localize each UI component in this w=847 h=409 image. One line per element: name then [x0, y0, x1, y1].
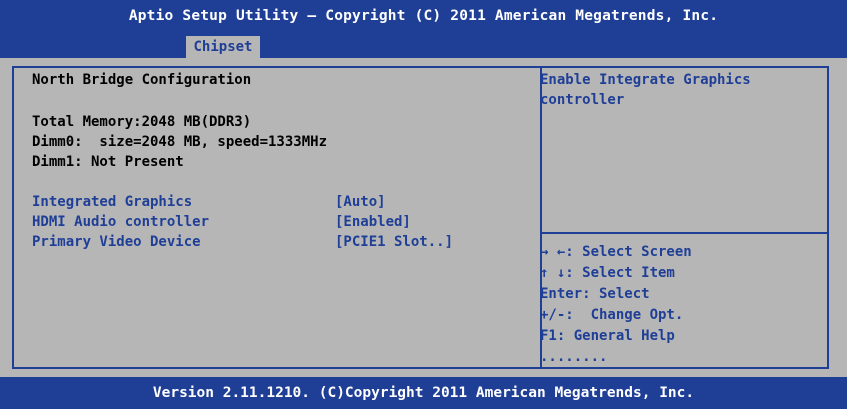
key-legend: → ←: Select Screen ↑ ↓: Select Item Ente… — [540, 242, 810, 368]
title-bar: Aptio Setup Utility – Copyright (C) 2011… — [0, 0, 847, 32]
key-general-help: F1: General Help — [540, 328, 675, 344]
setting-value[interactable]: [PCIE1 Slot..] — [335, 232, 453, 252]
setting-label: Integrated Graphics — [32, 194, 193, 210]
bios-screen: Aptio Setup Utility – Copyright (C) 2011… — [0, 0, 847, 409]
setting-hdmi-audio-controller[interactable]: HDMI Audio controller [Enabled] — [32, 212, 522, 232]
setting-primary-video-device[interactable]: Primary Video Device [PCIE1 Slot..] — [32, 232, 522, 252]
key-change-option: +/-: Change Opt. — [540, 307, 684, 323]
setting-value[interactable]: [Auto] — [335, 192, 386, 212]
setting-value[interactable]: [Enabled] — [335, 212, 411, 232]
main-panel: North Bridge Configuration Total Memory:… — [0, 58, 847, 377]
tab-chipset[interactable]: Chipset — [186, 36, 260, 58]
help-description: Enable Integrate Graphics controller — [540, 72, 751, 108]
key-select-item: ↑ ↓: Select Item — [540, 265, 675, 281]
dimm0-info: Dimm0: size=2048 MB, speed=1333MHz — [32, 134, 328, 150]
help-divider — [542, 232, 829, 234]
footer-bar: Version 2.11.1210. (C)Copyright 2011 Ame… — [0, 377, 847, 409]
setting-integrated-graphics[interactable]: Integrated Graphics [Auto] — [32, 192, 522, 212]
section-title: North Bridge Configuration — [32, 72, 252, 88]
dimm1-info: Dimm1: Not Present — [32, 154, 184, 170]
settings-pane: North Bridge Configuration Total Memory:… — [32, 70, 522, 252]
tab-strip: Chipset — [0, 32, 847, 58]
setting-label: HDMI Audio controller — [32, 214, 210, 230]
key-enter-select: Enter: Select — [540, 286, 650, 302]
total-memory-info: Total Memory:2048 MB(DDR3) — [32, 114, 252, 130]
key-select-screen: → ←: Select Screen — [540, 244, 692, 260]
key-more: ........ — [540, 349, 608, 365]
setting-label: Primary Video Device — [32, 234, 201, 250]
